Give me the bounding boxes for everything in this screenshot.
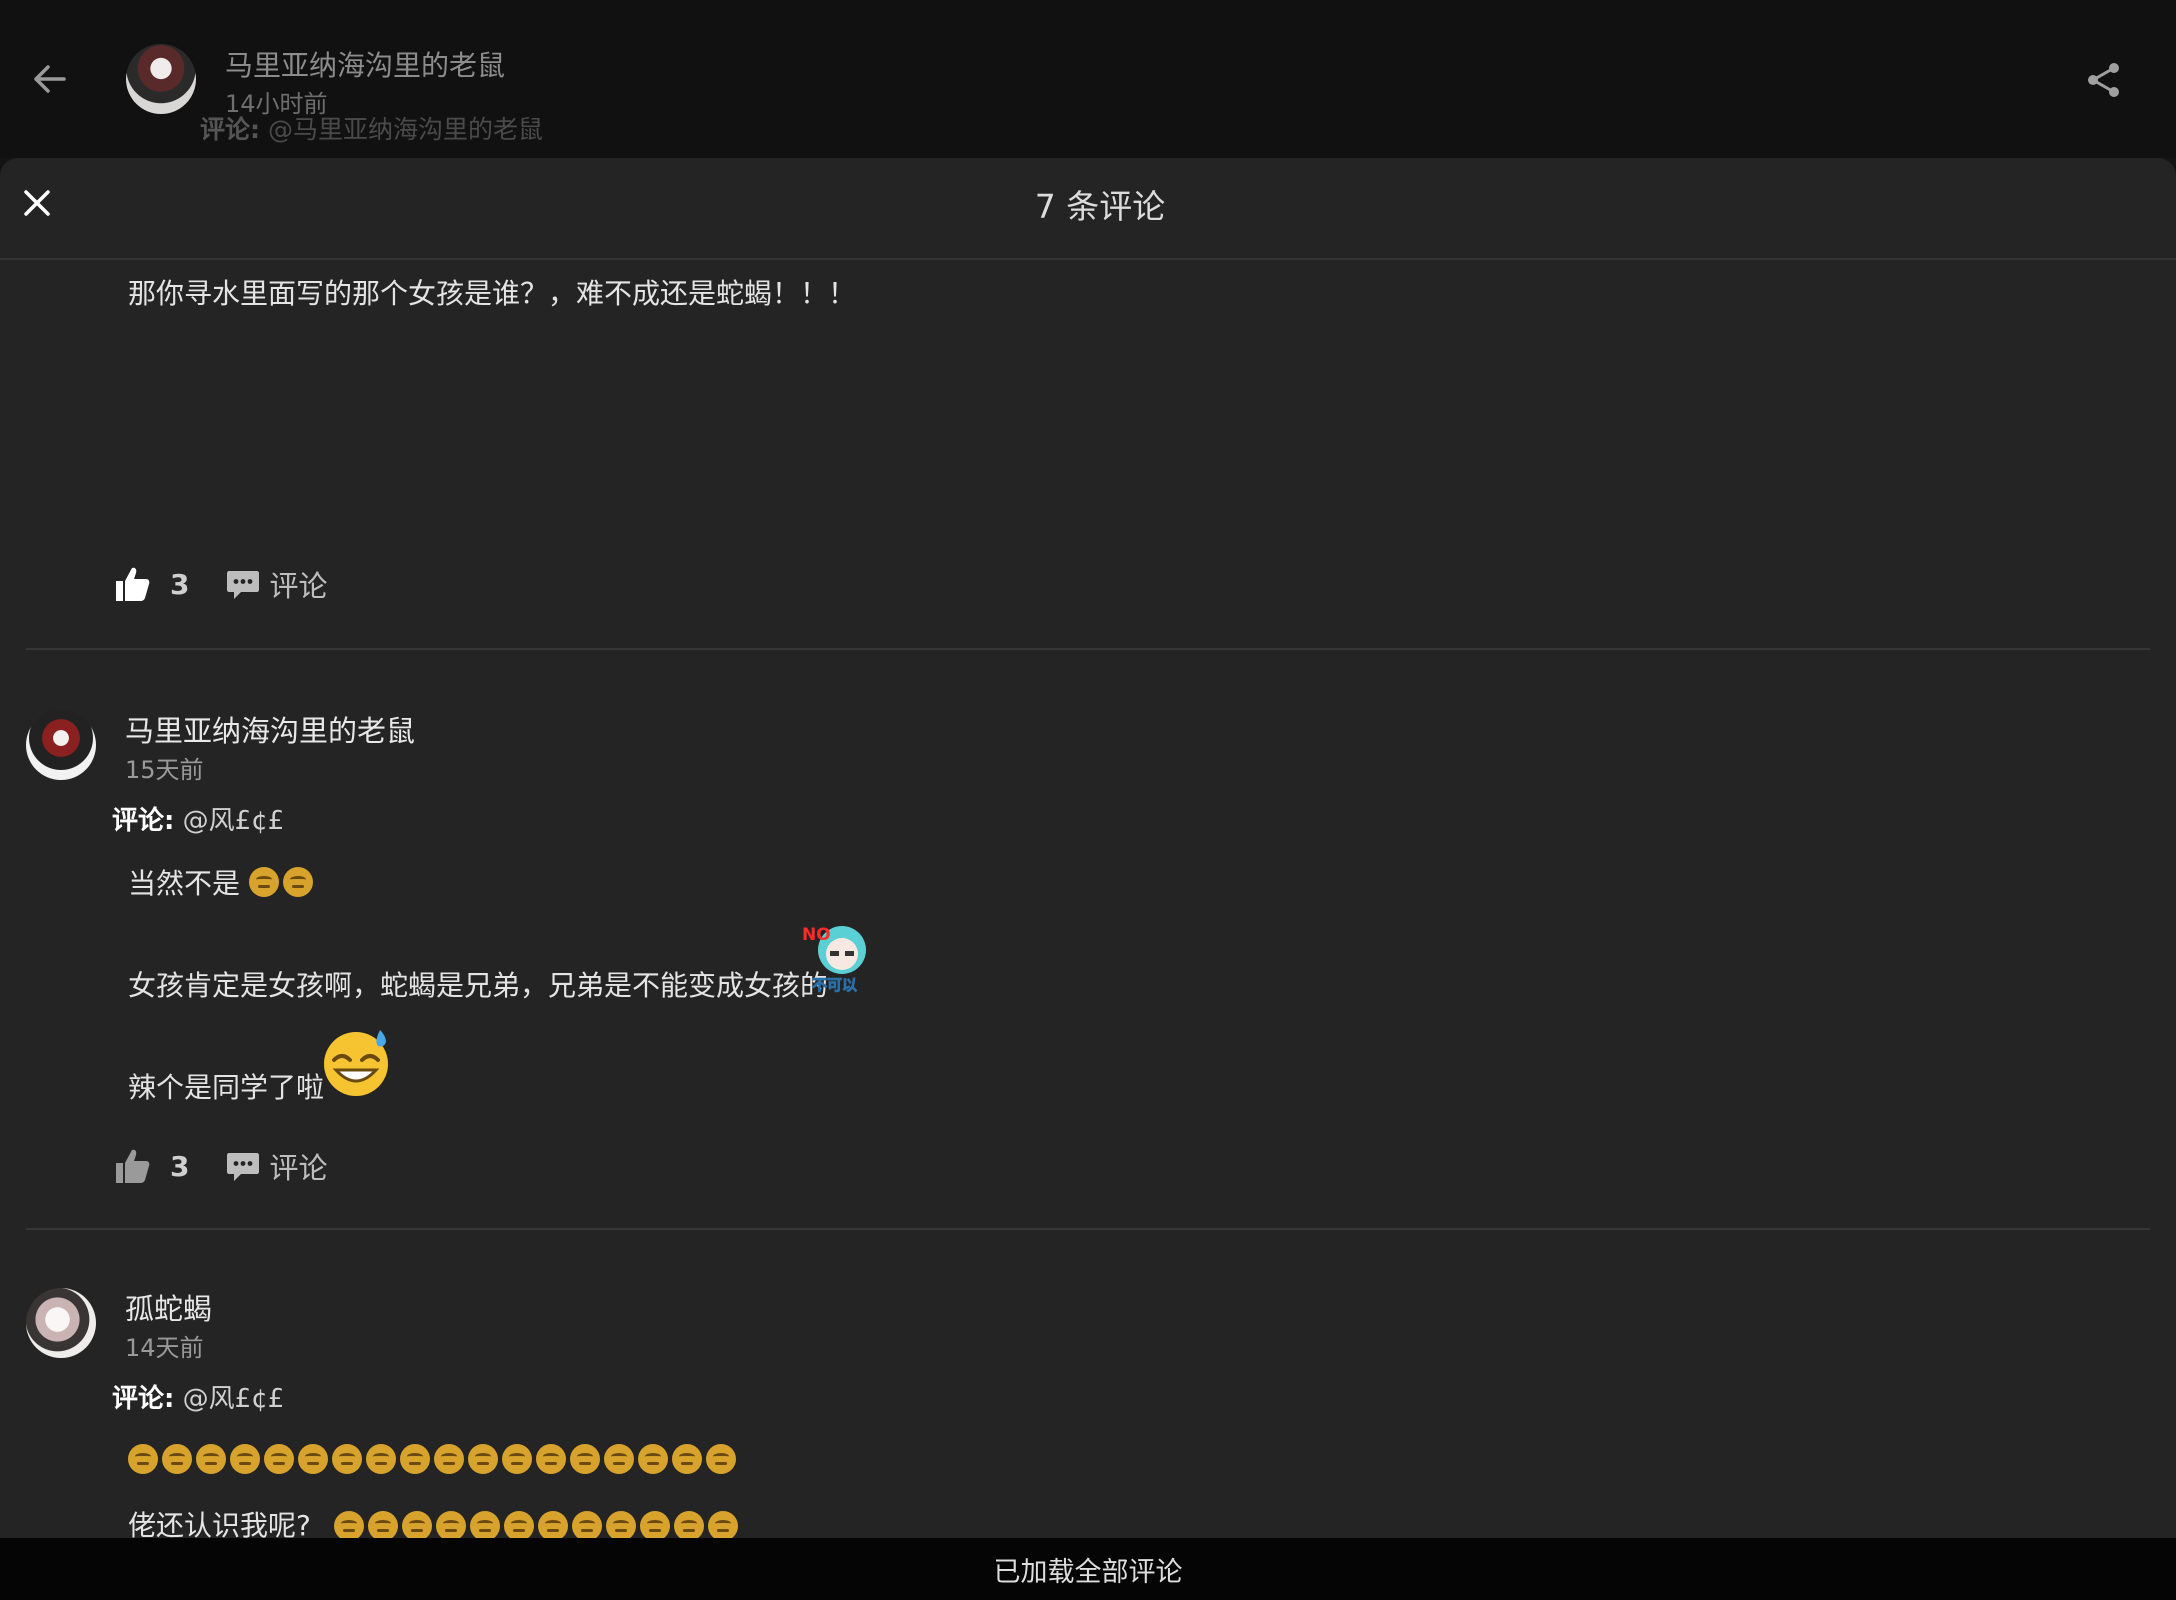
thinking-face-icon bbox=[536, 1444, 566, 1474]
reply-prefix: 评论: bbox=[112, 1384, 175, 1414]
comment-bubble-icon[interactable] bbox=[225, 566, 261, 602]
thinking-face-icon bbox=[537, 1511, 568, 1538]
pensive-face-icon bbox=[282, 867, 313, 897]
thinking-face-icon bbox=[605, 1511, 636, 1538]
thinking-face-icon bbox=[400, 1444, 430, 1474]
post-reply-line: 评论: @马里亚纳海沟里的老鼠 bbox=[200, 110, 543, 146]
thinking-face-icon bbox=[434, 1444, 464, 1474]
comment-sheet: 7 条评论 那你寻水里面写的那个女孩是谁？，难不成还是蛇蝎！！！ 3 评论 马里… bbox=[0, 158, 2176, 1538]
comment-line: 佬还认识我呢? bbox=[128, 1504, 742, 1538]
thinking-face-icon bbox=[128, 1444, 158, 1474]
thumbs-up-icon[interactable] bbox=[112, 1146, 152, 1186]
thinking-face-icon bbox=[571, 1511, 602, 1538]
author-name[interactable]: 马里亚纳海沟里的老鼠 bbox=[225, 44, 505, 84]
thinking-face-icon bbox=[503, 1511, 534, 1538]
reply-mention: @马里亚纳海沟里的老鼠 bbox=[267, 115, 543, 144]
thinking-face-icon bbox=[639, 1511, 670, 1538]
comment-line: 女孩肯定是女孩啊，蛇蝎是兄弟，兄弟是不能变成女孩的 bbox=[128, 969, 829, 1002]
thinking-face-icon bbox=[298, 1444, 328, 1474]
thinking-face-icon bbox=[367, 1511, 398, 1538]
divider bbox=[26, 648, 2150, 650]
sticker-no-text: NO bbox=[802, 925, 831, 945]
sweat-smile-icon bbox=[324, 1030, 388, 1096]
comment-text: 那你寻水里面写的那个女孩是谁？，难不成还是蛇蝎！！！ bbox=[128, 277, 857, 310]
author-avatar[interactable] bbox=[126, 44, 196, 114]
comment-bubble-icon[interactable] bbox=[225, 1148, 261, 1184]
like-count: 3 bbox=[170, 567, 190, 601]
bottom-status-bar: 已加载全部评论 bbox=[0, 1538, 2176, 1600]
thinking-face-icon bbox=[570, 1444, 600, 1474]
sticker-caption: 不可以 bbox=[812, 976, 857, 994]
thinking-face-icon bbox=[264, 1444, 294, 1474]
thinking-face-icon bbox=[435, 1511, 466, 1538]
thinking-face-icon bbox=[502, 1444, 532, 1474]
share-icon[interactable] bbox=[2084, 60, 2124, 100]
comment-author[interactable]: 孤蛇蝎 bbox=[125, 1286, 212, 1328]
thinking-face-icon bbox=[706, 1444, 736, 1474]
thinking-face-icon bbox=[638, 1444, 668, 1474]
comment-time: 15天前 bbox=[125, 756, 204, 784]
thinking-face-icon bbox=[672, 1444, 702, 1474]
comment-actions: 3 评论 bbox=[112, 1144, 328, 1188]
like-count: 3 bbox=[170, 1149, 190, 1183]
sheet-header: 7 条评论 bbox=[0, 158, 2176, 260]
thinking-face-icon bbox=[468, 1444, 498, 1474]
thinking-face-icon bbox=[333, 1511, 364, 1538]
thinking-face-icon bbox=[469, 1511, 500, 1538]
comment-line: 辣个是同学了啦 bbox=[128, 1071, 325, 1104]
thinking-face-icon bbox=[230, 1444, 260, 1474]
thinking-face-icon bbox=[673, 1511, 704, 1538]
reply-mention[interactable]: @风£¢£ bbox=[183, 806, 285, 836]
avatar[interactable] bbox=[26, 710, 96, 780]
reply-to-line: 评论: @风£¢£ bbox=[112, 1378, 284, 1415]
comment-line-text: 佬还认识我呢? bbox=[128, 1509, 311, 1538]
comment-line-text: 当然不是 bbox=[128, 867, 241, 900]
reply-prefix: 评论: bbox=[200, 115, 260, 144]
thinking-emoji-row bbox=[333, 1511, 742, 1538]
thinking-face-icon bbox=[707, 1511, 738, 1538]
comment-actions: 3 评论 bbox=[112, 562, 328, 606]
comment-time: 14天前 bbox=[125, 1334, 204, 1362]
avatar[interactable] bbox=[26, 1288, 96, 1358]
thinking-face-icon bbox=[604, 1444, 634, 1474]
arrow-left-icon[interactable] bbox=[28, 58, 70, 100]
comment-author[interactable]: 马里亚纳海沟里的老鼠 bbox=[125, 708, 415, 750]
thinking-face-icon bbox=[332, 1444, 362, 1474]
reply-button[interactable]: 评论 bbox=[269, 1145, 327, 1187]
thinking-face-icon bbox=[196, 1444, 226, 1474]
thinking-face-icon bbox=[162, 1444, 192, 1474]
comment-line: 当然不是 bbox=[128, 862, 317, 902]
top-bar: 马里亚纳海沟里的老鼠 14小时前 评论: @马里亚纳海沟里的老鼠 bbox=[0, 0, 2176, 158]
no-sticker-icon: NO 不可以 bbox=[802, 925, 866, 994]
divider bbox=[26, 1228, 2150, 1230]
comment-count-title: 7 条评论 bbox=[1034, 187, 1166, 226]
thumbs-up-icon[interactable] bbox=[112, 564, 152, 604]
pensive-face-icon bbox=[248, 867, 279, 897]
reply-prefix: 评论: bbox=[112, 806, 175, 836]
thinking-face-icon bbox=[366, 1444, 396, 1474]
reply-mention[interactable]: @风£¢£ bbox=[183, 1384, 285, 1414]
reply-to-line: 评论: @风£¢£ bbox=[112, 800, 284, 837]
thinking-face-icon bbox=[401, 1511, 432, 1538]
reply-button[interactable]: 评论 bbox=[269, 563, 327, 605]
all-loaded-text: 已加载全部评论 bbox=[993, 1557, 1183, 1588]
thinking-emoji-row bbox=[128, 1444, 740, 1474]
